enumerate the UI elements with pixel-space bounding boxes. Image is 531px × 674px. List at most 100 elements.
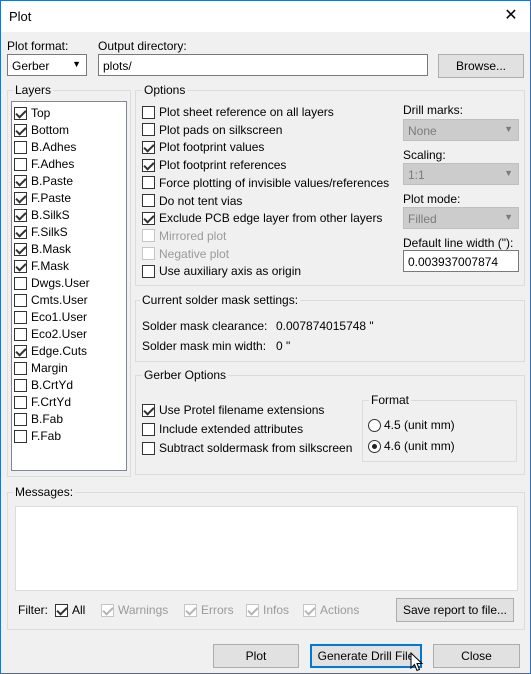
gerber-checkbox-2[interactable]: Subtract soldermask from silkscreen: [142, 441, 352, 455]
checkbox-icon[interactable]: [101, 603, 114, 617]
filter-checkbox-warnings[interactable]: Warnings: [101, 603, 168, 617]
plot-button[interactable]: Plot: [213, 644, 299, 668]
browse-button[interactable]: Browse...: [438, 54, 524, 78]
layer-checkbox-f-mask-label: F.Mask: [31, 259, 70, 273]
option-checkbox-5[interactable]: Do not tent vias: [142, 194, 242, 208]
checkbox-icon[interactable]: [142, 105, 155, 119]
checkbox-icon[interactable]: [14, 140, 27, 154]
format-radio-1[interactable]: 4.6 (unit mm): [368, 439, 455, 453]
layer-checkbox-b-paste[interactable]: B.Paste: [14, 174, 73, 188]
option-checkbox-7[interactable]: Mirrored plot: [142, 229, 226, 243]
checkbox-icon[interactable]: [14, 259, 27, 273]
checkbox-icon[interactable]: [142, 194, 155, 207]
layer-checkbox-eco2-user[interactable]: Eco2.User: [14, 327, 87, 341]
option-checkbox-3[interactable]: Plot footprint references: [142, 158, 286, 172]
option-checkbox-1[interactable]: Plot pads on silkscreen: [142, 123, 282, 137]
checkbox-icon[interactable]: [55, 603, 68, 617]
option-checkbox-0[interactable]: Plot sheet reference on all layers: [142, 105, 334, 119]
checkbox-icon[interactable]: [14, 378, 27, 392]
checkbox-icon[interactable]: [142, 176, 155, 190]
checkbox-icon[interactable]: [184, 603, 197, 617]
title-bar: Plot ✕: [1, 1, 530, 32]
checkbox-icon[interactable]: [14, 276, 27, 290]
plot-format-select[interactable]: Gerber ▼: [7, 54, 87, 76]
checkbox-icon[interactable]: [14, 293, 27, 307]
filter-checkbox-actions[interactable]: Actions: [303, 603, 359, 617]
close-icon[interactable]: ✕: [500, 5, 522, 27]
checkbox-icon[interactable]: [14, 174, 27, 188]
layer-checkbox-b-crtyd[interactable]: B.CrtYd: [14, 378, 73, 392]
checkbox-icon[interactable]: [142, 158, 155, 172]
line-width-input[interactable]: 0.003937007874: [403, 250, 519, 272]
checkbox-icon[interactable]: [14, 310, 27, 324]
layer-checkbox-edge-cuts-label: Edge.Cuts: [31, 344, 88, 358]
layer-checkbox-margin[interactable]: Margin: [14, 361, 68, 375]
save-report-button[interactable]: Save report to file...: [396, 598, 514, 622]
layer-checkbox-b-silks[interactable]: B.SilkS: [14, 208, 70, 222]
checkbox-icon[interactable]: [142, 422, 155, 436]
layer-checkbox-b-fab[interactable]: B.Fab: [14, 412, 63, 426]
checkbox-icon[interactable]: [142, 211, 155, 225]
layer-checkbox-dwgs-user[interactable]: Dwgs.User: [14, 276, 90, 290]
checkbox-icon[interactable]: [14, 327, 27, 341]
option-checkbox-4[interactable]: Force plotting of invisible values/refer…: [142, 176, 389, 190]
plot-mode-select[interactable]: Filled ▼: [403, 207, 519, 229]
checkbox-icon[interactable]: [142, 403, 155, 417]
layer-checkbox-f-mask[interactable]: F.Mask: [14, 259, 69, 273]
checkbox-icon[interactable]: [14, 242, 27, 256]
radio-icon[interactable]: [368, 439, 381, 453]
checkbox-icon[interactable]: [14, 344, 27, 358]
option-checkbox-8[interactable]: Negative plot: [142, 247, 229, 261]
filter-checkbox-infos[interactable]: Infos: [246, 603, 289, 617]
checkbox-icon[interactable]: [14, 123, 27, 137]
layer-checkbox-f-silks[interactable]: F.SilkS: [14, 225, 68, 239]
checkbox-icon[interactable]: [14, 225, 27, 239]
layer-checkbox-b-adhes[interactable]: B.Adhes: [14, 140, 76, 154]
scaling-label: Scaling:: [403, 148, 446, 162]
filter-checkbox-all[interactable]: All: [55, 603, 85, 617]
checkbox-icon[interactable]: [14, 208, 27, 222]
solder-mask-clearance-value: 0.007874015748 ": [276, 319, 374, 333]
layers-list[interactable]: Top Bottom B.Adhes F.Adhes B.Paste F.Paste B.S…: [11, 101, 127, 471]
checkbox-icon[interactable]: [142, 140, 155, 154]
option-checkbox-9[interactable]: Use auxiliary axis as origin: [142, 264, 301, 278]
checkbox-icon[interactable]: [14, 412, 27, 426]
layer-checkbox-eco1-user[interactable]: Eco1.User: [14, 310, 87, 324]
option-checkbox-2[interactable]: Plot footprint values: [142, 140, 264, 154]
radio-icon[interactable]: [368, 418, 381, 432]
checkbox-icon[interactable]: [14, 429, 27, 443]
layer-checkbox-f-paste[interactable]: F.Paste: [14, 191, 71, 205]
layer-checkbox-cmts-user[interactable]: Cmts.User: [14, 293, 88, 307]
layer-checkbox-b-mask[interactable]: B.Mask: [14, 242, 71, 256]
checkbox-icon[interactable]: [142, 441, 155, 455]
layer-checkbox-b-crtyd-label: B.CrtYd: [31, 378, 74, 392]
checkbox-icon[interactable]: [303, 603, 316, 617]
checkbox-icon[interactable]: [246, 603, 259, 617]
checkbox-icon[interactable]: [142, 247, 155, 261]
checkbox-icon[interactable]: [142, 229, 155, 243]
checkbox-icon[interactable]: [14, 157, 27, 171]
layer-checkbox-f-crtyd[interactable]: F.CrtYd: [14, 395, 71, 409]
gerber-checkbox-1[interactable]: Include extended attributes: [142, 422, 303, 436]
generate-drill-file-button[interactable]: Generate Drill File: [310, 644, 422, 668]
output-directory-input[interactable]: plots/: [98, 54, 428, 76]
drill-marks-select[interactable]: None ▼: [403, 119, 519, 141]
gerber-checkbox-0[interactable]: Use Protel filename extensions: [142, 403, 324, 417]
checkbox-icon[interactable]: [14, 395, 27, 409]
checkbox-icon[interactable]: [14, 106, 27, 120]
checkbox-icon[interactable]: [142, 264, 155, 278]
layer-checkbox-f-fab[interactable]: F.Fab: [14, 429, 61, 443]
checkbox-icon[interactable]: [14, 361, 27, 375]
messages-panel[interactable]: [15, 506, 518, 591]
layer-checkbox-edge-cuts[interactable]: Edge.Cuts: [14, 344, 87, 358]
option-checkbox-6[interactable]: Exclude PCB edge layer from other layers: [142, 211, 382, 225]
checkbox-icon[interactable]: [14, 191, 27, 205]
format-radio-0[interactable]: 4.5 (unit mm): [368, 418, 455, 432]
close-button[interactable]: Close: [433, 644, 520, 668]
layer-checkbox-f-adhes[interactable]: F.Adhes: [14, 157, 74, 171]
layer-checkbox-bottom[interactable]: Bottom: [14, 123, 69, 137]
filter-checkbox-errors[interactable]: Errors: [184, 603, 234, 617]
scaling-select[interactable]: 1:1 ▼: [403, 163, 519, 185]
checkbox-icon[interactable]: [142, 123, 155, 137]
layer-checkbox-top[interactable]: Top: [14, 106, 50, 120]
